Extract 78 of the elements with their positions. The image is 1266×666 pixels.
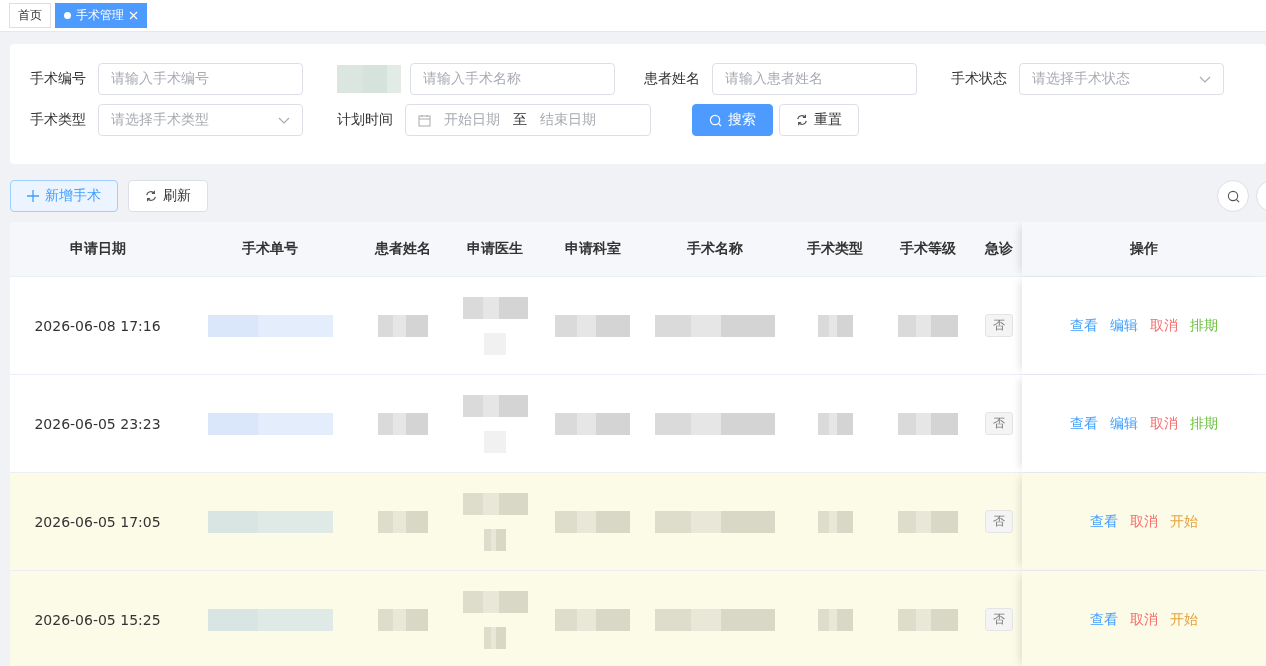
action-link[interactable]: 取消 (1150, 316, 1178, 335)
calendar-icon (418, 113, 431, 127)
field-label: 患者姓名 (644, 70, 701, 88)
column-header: 手术等级 (899, 240, 956, 258)
text-input[interactable]: 请输入手术名称 (410, 63, 615, 95)
action-link[interactable]: 取消 (1150, 414, 1178, 433)
blurred-text (377, 412, 428, 435)
urgent-tag: 否 (985, 314, 1013, 337)
page-tab[interactable]: 手术管理 (55, 3, 147, 28)
select-field[interactable]: 请选择手术类型 (98, 104, 303, 136)
blurred-text (377, 314, 428, 337)
action-link[interactable]: 查看 (1070, 316, 1098, 335)
column-header: 申请医生 (467, 240, 523, 258)
urgent-tag: 否 (985, 412, 1013, 435)
field-label: 手术类型 (30, 111, 87, 129)
action-link[interactable]: 编辑 (1110, 414, 1138, 433)
blurred-text (484, 626, 506, 649)
blurred-text (462, 394, 528, 417)
field-label: 手术状态 (951, 70, 1008, 88)
search-icon (1226, 189, 1240, 203)
field-label: 计划时间 (337, 111, 394, 129)
action-link[interactable]: 排期 (1190, 414, 1218, 433)
plus-icon (27, 190, 39, 202)
blurred-text (484, 528, 506, 551)
close-icon[interactable] (129, 11, 138, 20)
blurred-text (817, 510, 853, 533)
dot-icon (64, 12, 71, 19)
search-button[interactable] (1217, 180, 1249, 212)
date-cell: 2026-06-08 17:16 (34, 317, 161, 334)
reset-button[interactable]: 重置 (779, 104, 859, 136)
refresh-icon (796, 114, 808, 126)
action-link[interactable]: 查看 (1090, 512, 1118, 531)
text-input[interactable]: 请输入患者姓名 (712, 63, 917, 95)
blurred-text (897, 510, 958, 533)
column-header: 申请日期 (69, 240, 126, 258)
date-cell: 2026-06-05 15:25 (34, 611, 161, 628)
blurred-text (462, 590, 528, 613)
blurred-text (377, 510, 428, 533)
date-cell: 2026-06-05 23:23 (34, 415, 161, 432)
chevron-down-icon (278, 116, 290, 124)
action-link[interactable]: 取消 (1130, 610, 1158, 629)
action-link[interactable]: 查看 (1090, 610, 1118, 629)
action-link[interactable]: 查看 (1070, 414, 1098, 433)
blurred-text (897, 412, 958, 435)
column-header: 手术名称 (687, 240, 743, 258)
urgent-tag: 否 (985, 510, 1013, 533)
action-link[interactable]: 取消 (1130, 512, 1158, 531)
column-header: 申请科室 (564, 240, 621, 258)
refresh-icon (145, 190, 157, 202)
column-header: 手术单号 (242, 240, 298, 258)
date-range-field[interactable]: 开始日期 至 结束日期 (405, 104, 651, 136)
search-button[interactable]: 搜索 (692, 104, 773, 136)
column-header: 手术类型 (807, 240, 863, 258)
blurred-text (817, 314, 853, 337)
column-header: 患者姓名 (374, 240, 431, 258)
select-field[interactable]: 请选择手术状态 (1019, 63, 1224, 95)
blurred-text (897, 314, 958, 337)
blurred-text (897, 608, 958, 631)
search-icon (709, 113, 722, 127)
field-label: 手术编号 (30, 70, 87, 88)
urgent-tag: 否 (985, 608, 1013, 631)
blurred-text (817, 412, 853, 435)
column-header: 操作 (1130, 240, 1158, 258)
column-header: 急诊 (985, 240, 1013, 258)
add-button[interactable]: 新增手术 (10, 180, 118, 212)
blurred-text (817, 608, 853, 631)
blurred-text (462, 296, 528, 319)
blurred-text (462, 492, 528, 515)
action-link[interactable]: 开始 (1170, 512, 1198, 531)
text-input[interactable]: 请输入手术编号 (98, 63, 303, 95)
blurred-text (377, 608, 428, 631)
chevron-down-icon (1199, 75, 1211, 83)
action-link[interactable]: 开始 (1170, 610, 1198, 629)
refresh-button[interactable]: 刷新 (128, 180, 208, 212)
page-tab[interactable]: 首页 (9, 3, 51, 28)
action-link[interactable]: 排期 (1190, 316, 1218, 335)
action-link[interactable]: 编辑 (1110, 316, 1138, 335)
date-cell: 2026-06-05 17:05 (34, 513, 161, 530)
